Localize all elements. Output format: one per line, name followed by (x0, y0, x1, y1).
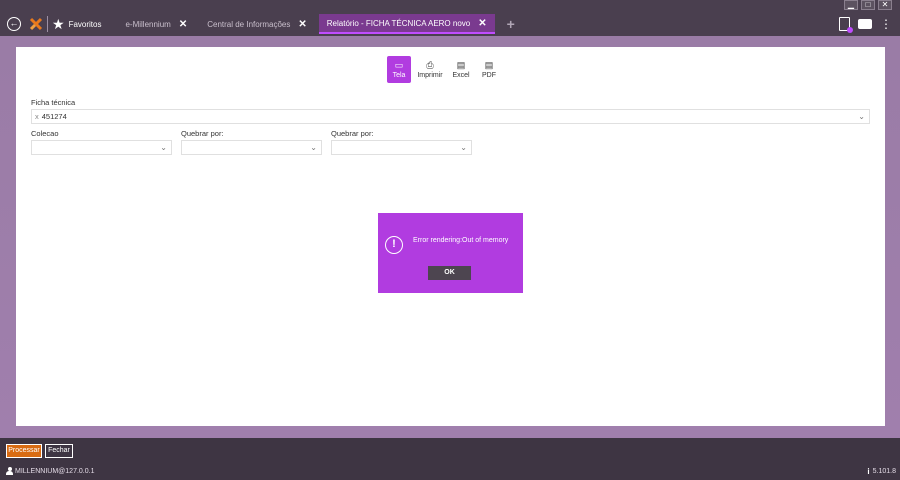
chevron-down-icon[interactable]: ⌄ (310, 143, 317, 152)
colecao-label: Colecao (31, 129, 59, 138)
minimize-button[interactable]: ▁ (844, 0, 858, 10)
imprimir-button[interactable]: ⎙ Imprimir (415, 56, 445, 83)
tab-label: e-Millennium (125, 19, 171, 29)
clipboard-icon[interactable] (839, 17, 853, 33)
pdf-button[interactable]: ▤ PDF (477, 56, 501, 83)
chevron-down-icon[interactable]: ⌄ (460, 143, 467, 152)
selected-chip: x 451274 (35, 112, 67, 121)
back-arrow-icon[interactable]: ← (7, 17, 21, 31)
info-icon: i (867, 467, 870, 476)
document-icon: ▤ (456, 60, 466, 70)
quebrar-por-select-2[interactable]: ⌄ (331, 140, 472, 155)
quebrar-por-label-2: Quebrar por: (331, 129, 374, 138)
pdf-icon: ▤ (484, 60, 494, 70)
bottom-bar (0, 438, 900, 480)
processar-button[interactable]: Processar (6, 444, 42, 458)
error-dialog: ! Error rendering:Out of memory OK (378, 213, 523, 293)
printer-icon: ⎙ (426, 60, 434, 70)
add-tab-button[interactable]: + (507, 16, 515, 32)
remove-chip-icon[interactable]: x (35, 112, 39, 121)
top-bar: ← ★ Favoritos e-Millennium ✕ Central de … (0, 12, 900, 36)
excel-label: Excel (452, 72, 470, 79)
report-toolbar: ▭ Tela ⎙ Imprimir ▤ Excel ▤ PDF (387, 56, 501, 83)
close-window-button[interactable]: ✕ (878, 0, 892, 10)
fechar-button[interactable]: Fechar (45, 444, 73, 458)
app-logo-icon (29, 17, 43, 31)
quebrar-por-label-1: Quebrar por: (181, 129, 224, 138)
user-label: MILLENNIUM@127.0.0.1 (15, 467, 95, 475)
tab-relatorio-ficha-tecnica[interactable]: Relatório - FICHA TÉCNICA AERO novo ✕ (318, 14, 495, 34)
user-icon (6, 467, 13, 475)
tab-label: Relatório - FICHA TÉCNICA AERO novo (326, 18, 471, 28)
close-tab-icon[interactable]: ✕ (478, 18, 486, 29)
alert-icon: ! (385, 236, 403, 254)
chevron-down-icon[interactable]: ⌄ (160, 143, 167, 152)
version-info: i 5.101.8 (867, 467, 896, 476)
chat-icon[interactable] (858, 19, 872, 29)
tab-central-informacoes[interactable]: Central de Informações ✕ (199, 14, 315, 34)
tela-label: Tela (392, 72, 406, 79)
ficha-tecnica-label: Ficha técnica (31, 98, 76, 107)
imprimir-label: Imprimir (417, 72, 443, 79)
maximize-button[interactable]: □ (861, 0, 875, 10)
ficha-tecnica-select[interactable]: x 451274 ⌄ (31, 109, 870, 124)
chevron-down-icon[interactable]: ⌄ (858, 112, 865, 121)
close-tab-icon[interactable]: ✕ (298, 19, 306, 30)
monitor-icon: ▭ (394, 60, 404, 70)
tab-label: Central de Informações (207, 19, 291, 29)
more-menu-icon[interactable]: ⋮ (880, 17, 892, 31)
chip-value: 451274 (41, 112, 67, 121)
tela-button[interactable]: ▭ Tela (387, 56, 411, 83)
pdf-label: PDF (482, 72, 496, 79)
user-info: MILLENNIUM@127.0.0.1 (6, 467, 94, 475)
divider (47, 16, 48, 32)
excel-button[interactable]: ▤ Excel (449, 56, 473, 83)
tab-e-millennium[interactable]: e-Millennium ✕ (117, 14, 195, 34)
favorites-label[interactable]: Favoritos (69, 20, 102, 29)
version-label: 5.101.8 (872, 468, 896, 475)
top-right-icons: ⋮ (839, 17, 892, 33)
error-message: Error rendering:Out of memory (413, 237, 509, 244)
colecao-select[interactable]: ⌄ (31, 140, 172, 155)
star-icon[interactable]: ★ (52, 17, 65, 31)
close-tab-icon[interactable]: ✕ (179, 19, 187, 30)
quebrar-por-select-1[interactable]: ⌄ (181, 140, 322, 155)
ok-button[interactable]: OK (428, 266, 471, 280)
window-controls: ▁ □ ✕ (844, 0, 892, 12)
